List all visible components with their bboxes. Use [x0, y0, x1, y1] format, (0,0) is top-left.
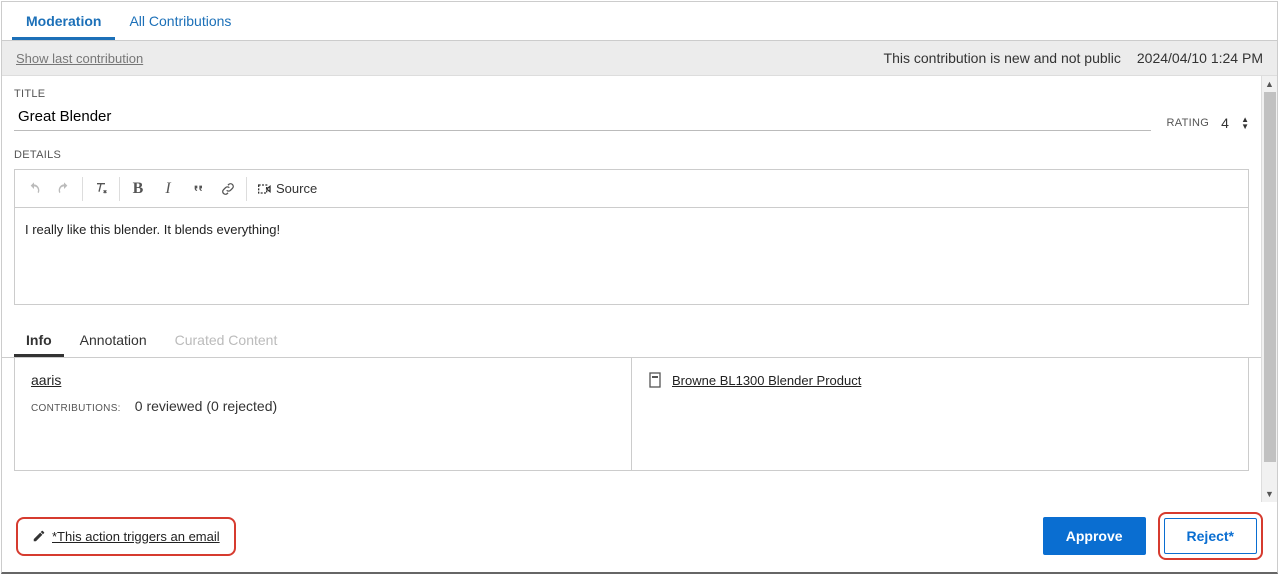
contribution-status-text: This contribution is new and not public [884, 50, 1121, 66]
editor-toolbar: B I Source [15, 170, 1248, 208]
rating-value: 4 [1217, 115, 1233, 131]
sub-tabs: Info Annotation Curated Content [2, 323, 1261, 358]
italic-button[interactable]: I [153, 175, 183, 203]
quote-icon [190, 181, 206, 197]
redo-button[interactable] [49, 175, 79, 203]
pencil-icon [32, 529, 46, 543]
source-label: Source [276, 181, 317, 196]
undo-icon [26, 181, 42, 197]
info-panel: aaris CONTRIBUTIONS: 0 reviewed (0 rejec… [14, 358, 1249, 471]
contribution-date: 2024/04/10 1:24 PM [1137, 50, 1263, 66]
source-icon [256, 181, 272, 197]
show-last-contribution-link[interactable]: Show last contribution [16, 51, 143, 66]
footer: *This action triggers an email Approve R… [2, 502, 1277, 572]
product-link[interactable]: Browne BL1300 Blender Product [672, 373, 861, 388]
contributions-value: 0 reviewed (0 rejected) [135, 398, 277, 414]
scroll-up-icon[interactable]: ▲ [1262, 76, 1277, 92]
clear-format-icon [93, 181, 109, 197]
main-tabs: Moderation All Contributions [2, 2, 1277, 41]
scroll-down-icon[interactable]: ▼ [1262, 486, 1277, 502]
email-trigger-text: *This action triggers an email [52, 529, 220, 544]
info-product: Browne BL1300 Blender Product [632, 358, 1248, 470]
email-trigger-note[interactable]: *This action triggers an email [16, 517, 236, 556]
link-button[interactable] [213, 175, 243, 203]
reject-button[interactable]: Reject* [1164, 518, 1257, 554]
subtab-curated: Curated Content [163, 323, 290, 357]
redo-icon [56, 181, 72, 197]
rating-label: RATING [1167, 117, 1210, 129]
reject-highlight: Reject* [1158, 512, 1263, 560]
contributions-label: CONTRIBUTIONS: [31, 403, 121, 414]
bold-button[interactable]: B [123, 175, 153, 203]
rating-spinner[interactable]: ▲ ▼ [1241, 116, 1249, 130]
title-label: TITLE [14, 88, 1249, 100]
clear-format-button[interactable] [86, 175, 116, 203]
scroll-thumb[interactable] [1264, 92, 1276, 462]
details-content[interactable]: I really like this blender. It blends ev… [15, 208, 1248, 304]
details-label: DETAILS [14, 149, 1249, 161]
details-editor: B I Source I real [14, 169, 1249, 305]
product-icon [648, 372, 662, 388]
title-input[interactable] [14, 104, 1151, 131]
content-area: TITLE RATING 4 ▲ ▼ DETAILS [2, 76, 1261, 502]
subtab-info[interactable]: Info [14, 323, 64, 357]
tab-moderation[interactable]: Moderation [12, 2, 115, 40]
status-bar: Show last contribution This contribution… [2, 41, 1277, 76]
author-link[interactable]: aaris [31, 372, 615, 388]
tab-all-contributions[interactable]: All Contributions [115, 2, 245, 40]
source-button[interactable]: Source [250, 175, 323, 203]
quote-button[interactable] [183, 175, 213, 203]
vertical-scrollbar[interactable]: ▲ ▼ [1261, 76, 1277, 502]
rating-down-icon[interactable]: ▼ [1241, 123, 1249, 130]
link-icon [220, 181, 236, 197]
undo-button[interactable] [19, 175, 49, 203]
info-author: aaris CONTRIBUTIONS: 0 reviewed (0 rejec… [15, 358, 632, 470]
approve-button[interactable]: Approve [1043, 517, 1146, 555]
subtab-annotation[interactable]: Annotation [68, 323, 159, 357]
